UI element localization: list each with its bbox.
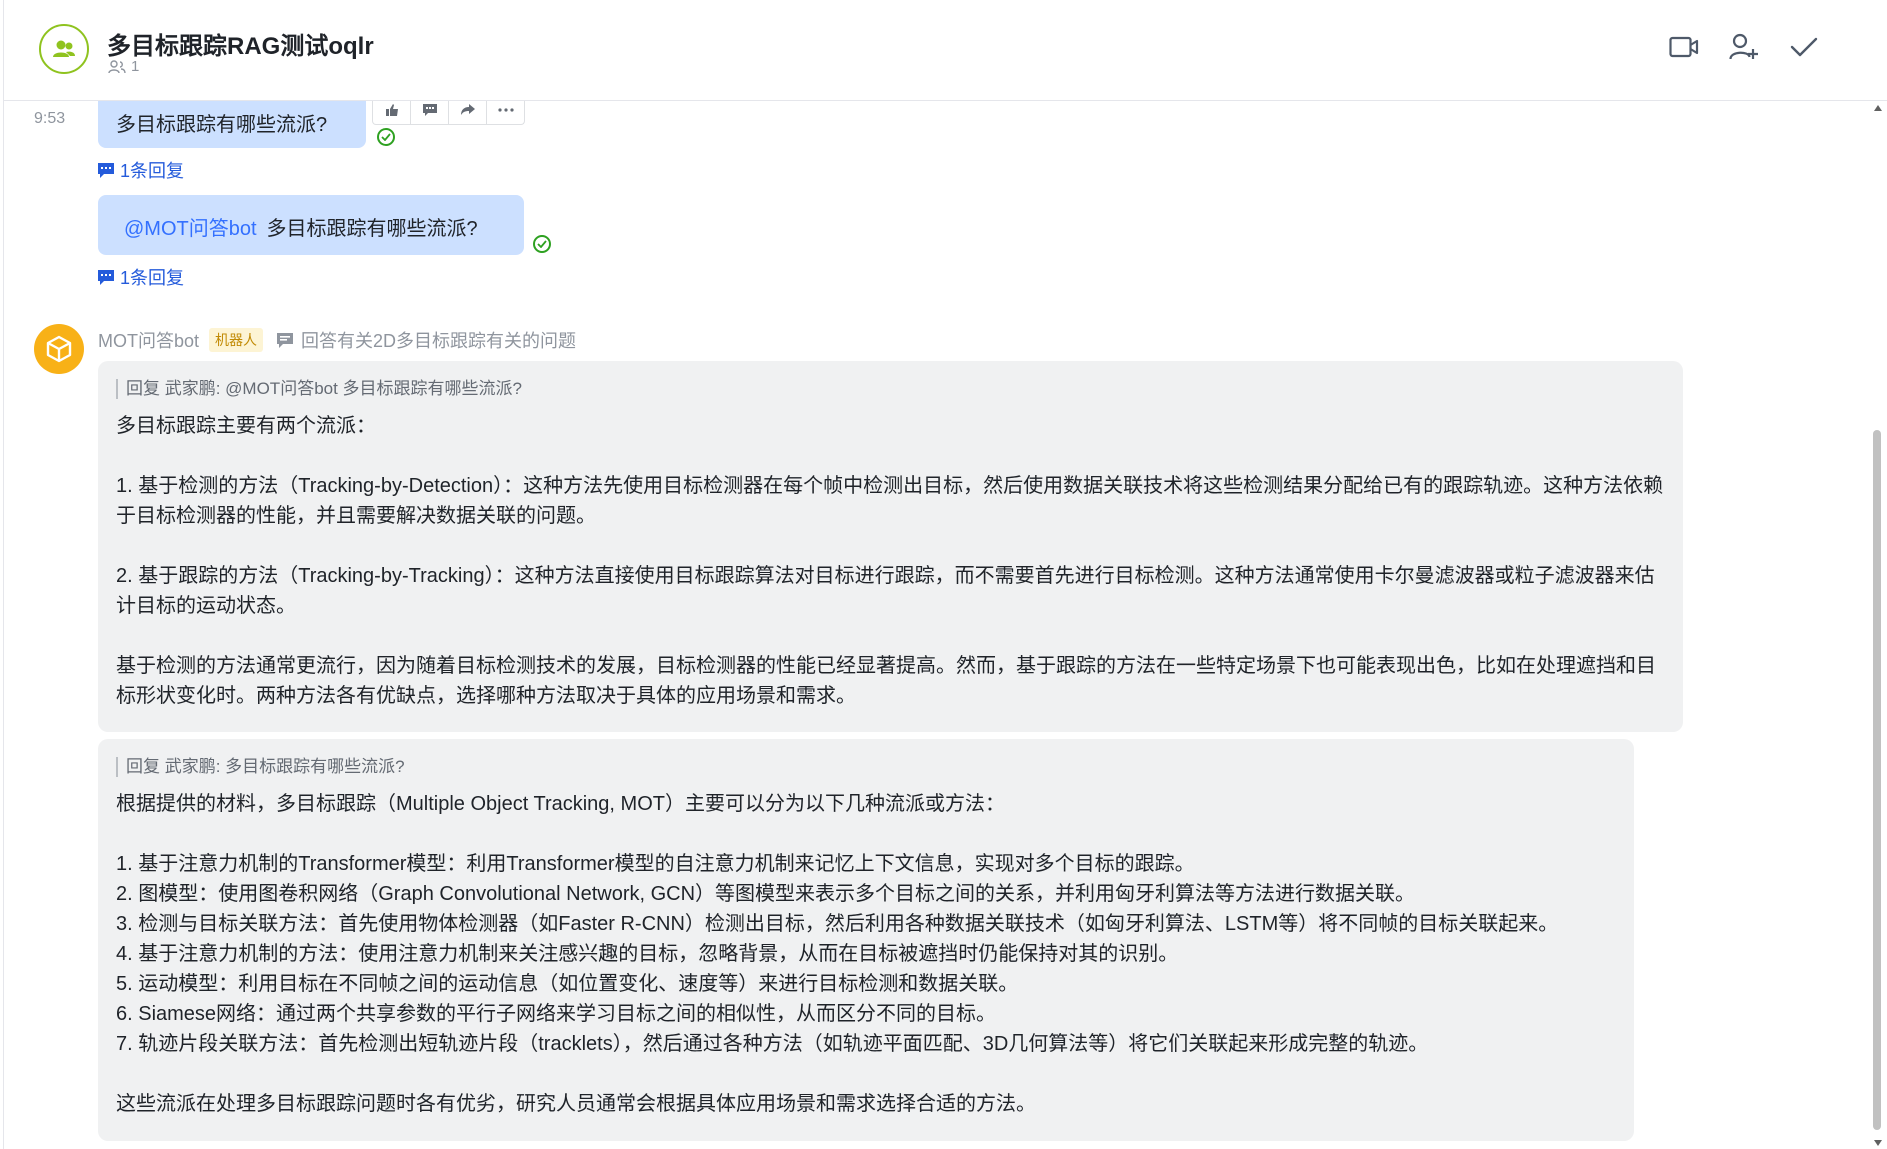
answer-conclusion: 这些流派在处理多目标跟踪问题时各有优劣，研究人员通常会根据具体应用场景和需求选择… (116, 1093, 1036, 1115)
message-bubble[interactable]: 多目标跟踪有哪些流派? (98, 96, 366, 148)
video-call-icon (1669, 36, 1699, 58)
thread-reply-link[interactable]: 1条回复 (98, 264, 184, 290)
read-status-icon[interactable] (377, 128, 395, 146)
cube-icon (46, 335, 72, 363)
done-button[interactable] (1789, 32, 1819, 62)
add-member-icon (1729, 33, 1758, 60)
answer-conclusion: 基于检测的方法通常更流行，因为随着目标检测技术的发展，目标检测器的性能已经显著提… (116, 655, 1656, 707)
mention-link[interactable]: @MOT问答bot (124, 218, 257, 240)
scrollbar[interactable] (1869, 100, 1887, 1149)
scroll-up-arrow-icon[interactable] (1874, 105, 1882, 111)
bot-answer-card[interactable]: 回复 武家鹏: 多目标跟踪有哪些流派? 根据提供的材料，多目标跟踪（Multip… (98, 739, 1634, 1141)
bot-description-text: 回答有关2D多目标跟踪有关的问题 (301, 331, 577, 351)
check-icon (381, 133, 391, 141)
done-check-icon (1790, 37, 1818, 57)
bot-description: 回答有关2D多目标跟踪有关的问题 (277, 327, 576, 353)
answer-intro: 多目标跟踪主要有两个流派： (116, 415, 376, 437)
message-text: 多目标跟踪有哪些流派? (116, 114, 328, 136)
thumbs-up-icon (385, 104, 398, 116)
comment-icon (422, 104, 437, 116)
more-icon (497, 108, 514, 112)
answer-list-item: 5. 运动模型：利用目标在不同帧之间的运动信息（如位置变化、速度等）来进行目标检… (116, 973, 1019, 995)
message-bubble[interactable]: @MOT问答bot 多目标跟踪有哪些流派? (98, 195, 524, 255)
bot-meta: MOT问答bot 机器人 回答有关2D多目标跟踪有关的问题 (98, 327, 576, 353)
chat-window: 多目标跟踪RAG测试oqlr 1 9:53 多目标跟踪有哪些流派? 1条回复 @… (0, 0, 1887, 1149)
header-actions (1669, 32, 1819, 62)
video-call-button[interactable] (1669, 32, 1699, 62)
answer-list-item: 4. 基于注意力机制的方法：使用注意力机制来关注感兴趣的目标，忽略背景，从而在目… (116, 943, 1179, 965)
add-member-button[interactable] (1729, 32, 1759, 62)
thread-reply-link[interactable]: 1条回复 (98, 157, 184, 183)
bot-name[interactable]: MOT问答bot (98, 327, 199, 353)
member-count-value: 1 (131, 58, 140, 75)
bot-answer-card[interactable]: 回复 武家鹏: @MOT问答bot 多目标跟踪有哪些流派? 多目标跟踪主要有两个… (98, 361, 1683, 732)
answer-list-item: 1. 基于注意力机制的Transformer模型：利用Transformer模型… (116, 853, 1195, 875)
message-text: 多目标跟踪有哪些流派? (266, 218, 478, 240)
reply-thread-icon (98, 269, 114, 285)
answer-intro: 根据提供的材料，多目标跟踪（Multiple Object Tracking, … (116, 793, 1005, 815)
reply-quote[interactable]: 回复 武家鹏: 多目标跟踪有哪些流派? (116, 757, 1616, 777)
answer-list-item: 3. 检测与目标关联方法：首先使用物体检测器（如Faster R-CNN）检测出… (116, 913, 1559, 935)
message-timestamp: 9:53 (34, 110, 66, 127)
check-icon (537, 240, 547, 248)
group-icon (53, 40, 75, 57)
group-avatar[interactable] (39, 24, 89, 74)
reply-count: 1条回复 (120, 161, 185, 181)
forward-icon (460, 104, 475, 115)
answer-point: 1. 基于检测的方法（Tracking-by-Detection）：这种方法先使… (116, 475, 1664, 527)
members-icon (108, 59, 126, 73)
bot-badge: 机器人 (209, 328, 264, 352)
reply-thread-icon (98, 162, 114, 178)
bot-avatar[interactable] (34, 324, 84, 374)
chat-title: 多目标跟踪RAG测试oqlr (107, 33, 374, 60)
answer-point: 2. 基于跟踪的方法（Tracking-by-Tracking）：这种方法直接使… (116, 565, 1655, 617)
answer-list-item: 7. 轨迹片段关联方法：首先检测出短轨迹片段（tracklets），然后通过各种… (116, 1033, 1429, 1055)
answer-list-item: 6. Siamese网络：通过两个共享参数的平行子网络来学习目标之间的相似性，从… (116, 1003, 997, 1025)
member-count[interactable]: 1 (108, 58, 139, 75)
read-status-icon[interactable] (533, 235, 551, 253)
chat-header: 多目标跟踪RAG测试oqlr 1 (4, 0, 1887, 101)
scroll-down-arrow-icon[interactable] (1874, 1140, 1882, 1146)
window-border (3, 0, 4, 1149)
reply-count: 1条回复 (120, 268, 185, 288)
answer-list-item: 2. 图模型：使用图卷积网络（Graph Convolutional Netwo… (116, 883, 1416, 905)
scroll-thumb[interactable] (1873, 430, 1881, 1130)
description-icon (277, 332, 294, 348)
reply-quote[interactable]: 回复 武家鹏: @MOT问答bot 多目标跟踪有哪些流派? (116, 379, 1665, 399)
